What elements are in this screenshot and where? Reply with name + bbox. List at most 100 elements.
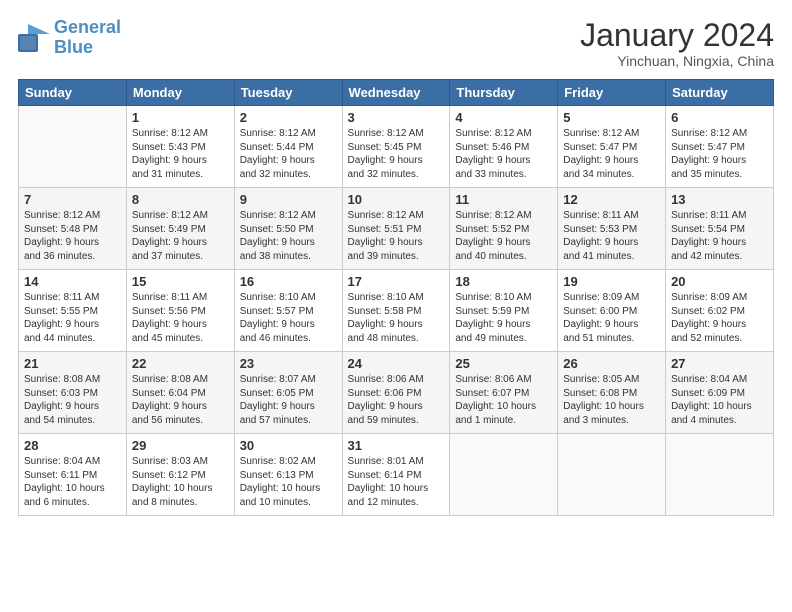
day-number: 7 — [24, 192, 121, 207]
day-number: 30 — [240, 438, 337, 453]
calendar-cell: 22 Sunrise: 8:08 AM Sunset: 6:04 PM Dayli… — [126, 352, 234, 434]
calendar-cell: 18 Sunrise: 8:10 AM Sunset: 5:59 PM Dayli… — [450, 270, 558, 352]
calendar-cell: 20 Sunrise: 8:09 AM Sunset: 6:02 PM Dayli… — [666, 270, 774, 352]
calendar-cell: 2 Sunrise: 8:12 AM Sunset: 5:44 PM Daylig… — [234, 106, 342, 188]
calendar-cell: 8Sunrise: 8:12 AM Sunset: 5:49 PM Daylig… — [126, 188, 234, 270]
logo: General Blue — [18, 18, 121, 58]
cell-content: Sunrise: 8:07 AM Sunset: 6:05 PM Dayligh… — [240, 373, 337, 427]
cell-content: Sunrise: 8:12 AM Sunset: 5:46 PM Dayligh… — [455, 127, 552, 181]
cell-content: Sunrise: 8:11 AM Sunset: 5:53 PM Dayligh… — [563, 209, 660, 263]
week-row-0: 1Sunrise: 8:12 AM Sunset: 5:43 PM Daylig… — [19, 106, 774, 188]
day-number: 19 — [563, 274, 660, 289]
calendar-cell: 26 Sunrise: 8:05 AM Sunset: 6:08 PM Dayli… — [558, 352, 666, 434]
page: General Blue January 2024 Yinchuan, Ning… — [0, 0, 792, 612]
calendar-cell: 17 Sunrise: 8:10 AM Sunset: 5:58 PM Dayli… — [342, 270, 450, 352]
title-area: January 2024 Yinchuan, Ningxia, China — [580, 18, 774, 69]
day-number: 31 — [348, 438, 445, 453]
day-header-tuesday: Tuesday — [234, 80, 342, 106]
day-header-row: SundayMondayTuesdayWednesdayThursdayFrid… — [19, 80, 774, 106]
calendar-cell: 5Sunrise: 8:12 AM Sunset: 5:47 PM Daylig… — [558, 106, 666, 188]
cell-content: Sunrise: 8:01 AM Sunset: 6:14 PM Dayligh… — [348, 455, 445, 509]
calendar-cell: 13 Sunrise: 8:11 AM Sunset: 5:54 PM Dayli… — [666, 188, 774, 270]
cell-content: Sunrise: 8:12 AM Sunset: 5:50 PM Dayligh… — [240, 209, 337, 263]
day-header-saturday: Saturday — [666, 80, 774, 106]
logo-line2: Blue — [54, 37, 93, 57]
location: Yinchuan, Ningxia, China — [580, 53, 774, 69]
cell-content: Sunrise: 8:11 AM Sunset: 5:56 PM Dayligh… — [132, 291, 229, 345]
calendar-cell: 1Sunrise: 8:12 AM Sunset: 5:43 PM Daylig… — [126, 106, 234, 188]
cell-content: Sunrise: 8:08 AM Sunset: 6:03 PM Dayligh… — [24, 373, 121, 427]
day-number: 6 — [671, 110, 768, 125]
cell-content: Sunrise: 8:12 AM Sunset: 5:44 PM Dayligh… — [240, 127, 337, 181]
day-number: 26 — [563, 356, 660, 371]
cell-content: Sunrise: 8:12 AM Sunset: 5:45 PM Dayligh… — [348, 127, 445, 181]
day-header-thursday: Thursday — [450, 80, 558, 106]
day-number: 8 — [132, 192, 229, 207]
day-number: 3 — [348, 110, 445, 125]
month-title: January 2024 — [580, 18, 774, 53]
day-number: 27 — [671, 356, 768, 371]
calendar-cell: 24 Sunrise: 8:06 AM Sunset: 6:06 PM Dayli… — [342, 352, 450, 434]
cell-content: Sunrise: 8:12 AM Sunset: 5:48 PM Dayligh… — [24, 209, 121, 263]
calendar-cell: 23 Sunrise: 8:07 AM Sunset: 6:05 PM Dayli… — [234, 352, 342, 434]
cell-content: Sunrise: 8:10 AM Sunset: 5:59 PM Dayligh… — [455, 291, 552, 345]
day-number: 16 — [240, 274, 337, 289]
calendar-cell: 27Sunrise: 8:04 AM Sunset: 6:09 PM Dayli… — [666, 352, 774, 434]
logo-icon — [18, 24, 50, 52]
day-number: 17 — [348, 274, 445, 289]
calendar-cell: 6 Sunrise: 8:12 AM Sunset: 5:47 PM Daylig… — [666, 106, 774, 188]
cell-content: Sunrise: 8:11 AM Sunset: 5:54 PM Dayligh… — [671, 209, 768, 263]
cell-content: Sunrise: 8:09 AM Sunset: 6:00 PM Dayligh… — [563, 291, 660, 345]
calendar-cell: 12Sunrise: 8:11 AM Sunset: 5:53 PM Dayli… — [558, 188, 666, 270]
calendar-cell: 9 Sunrise: 8:12 AM Sunset: 5:50 PM Daylig… — [234, 188, 342, 270]
cell-content: Sunrise: 8:05 AM Sunset: 6:08 PM Dayligh… — [563, 373, 660, 427]
calendar-cell: 21 Sunrise: 8:08 AM Sunset: 6:03 PM Dayli… — [19, 352, 127, 434]
cell-content: Sunrise: 8:12 AM Sunset: 5:43 PM Dayligh… — [132, 127, 229, 181]
calendar-cell: 30 Sunrise: 8:02 AM Sunset: 6:13 PM Dayli… — [234, 434, 342, 516]
day-number: 2 — [240, 110, 337, 125]
cell-content: Sunrise: 8:09 AM Sunset: 6:02 PM Dayligh… — [671, 291, 768, 345]
day-number: 5 — [563, 110, 660, 125]
week-row-2: 14Sunrise: 8:11 AM Sunset: 5:55 PM Dayli… — [19, 270, 774, 352]
calendar-cell: 11 Sunrise: 8:12 AM Sunset: 5:52 PM Dayli… — [450, 188, 558, 270]
cell-content: Sunrise: 8:12 AM Sunset: 5:47 PM Dayligh… — [671, 127, 768, 181]
calendar-cell: 10Sunrise: 8:12 AM Sunset: 5:51 PM Dayli… — [342, 188, 450, 270]
day-number: 14 — [24, 274, 121, 289]
day-header-wednesday: Wednesday — [342, 80, 450, 106]
day-number: 23 — [240, 356, 337, 371]
cell-content: Sunrise: 8:06 AM Sunset: 6:06 PM Dayligh… — [348, 373, 445, 427]
day-header-monday: Monday — [126, 80, 234, 106]
cell-content: Sunrise: 8:03 AM Sunset: 6:12 PM Dayligh… — [132, 455, 229, 509]
day-number: 18 — [455, 274, 552, 289]
day-header-sunday: Sunday — [19, 80, 127, 106]
calendar-table: SundayMondayTuesdayWednesdayThursdayFrid… — [18, 79, 774, 516]
cell-content: Sunrise: 8:12 AM Sunset: 5:52 PM Dayligh… — [455, 209, 552, 263]
day-number: 29 — [132, 438, 229, 453]
day-number: 11 — [455, 192, 552, 207]
calendar-cell — [666, 434, 774, 516]
cell-content: Sunrise: 8:12 AM Sunset: 5:51 PM Dayligh… — [348, 209, 445, 263]
calendar-cell: 25 Sunrise: 8:06 AM Sunset: 6:07 PM Dayli… — [450, 352, 558, 434]
day-number: 4 — [455, 110, 552, 125]
calendar-cell: 7 Sunrise: 8:12 AM Sunset: 5:48 PM Daylig… — [19, 188, 127, 270]
day-number: 13 — [671, 192, 768, 207]
day-number: 22 — [132, 356, 229, 371]
day-header-friday: Friday — [558, 80, 666, 106]
day-number: 21 — [24, 356, 121, 371]
calendar-cell: 14Sunrise: 8:11 AM Sunset: 5:55 PM Dayli… — [19, 270, 127, 352]
day-number: 25 — [455, 356, 552, 371]
cell-content: Sunrise: 8:02 AM Sunset: 6:13 PM Dayligh… — [240, 455, 337, 509]
calendar-cell — [450, 434, 558, 516]
header: General Blue January 2024 Yinchuan, Ning… — [18, 18, 774, 69]
cell-content: Sunrise: 8:06 AM Sunset: 6:07 PM Dayligh… — [455, 373, 552, 427]
day-number: 9 — [240, 192, 337, 207]
day-number: 24 — [348, 356, 445, 371]
logo-text: General Blue — [54, 18, 121, 58]
day-number: 20 — [671, 274, 768, 289]
calendar-cell: 29 Sunrise: 8:03 AM Sunset: 6:12 PM Dayli… — [126, 434, 234, 516]
calendar-cell: 28Sunrise: 8:04 AM Sunset: 6:11 PM Dayli… — [19, 434, 127, 516]
cell-content: Sunrise: 8:08 AM Sunset: 6:04 PM Dayligh… — [132, 373, 229, 427]
cell-content: Sunrise: 8:10 AM Sunset: 5:58 PM Dayligh… — [348, 291, 445, 345]
week-row-4: 28Sunrise: 8:04 AM Sunset: 6:11 PM Dayli… — [19, 434, 774, 516]
calendar-cell: 16Sunrise: 8:10 AM Sunset: 5:57 PM Dayli… — [234, 270, 342, 352]
